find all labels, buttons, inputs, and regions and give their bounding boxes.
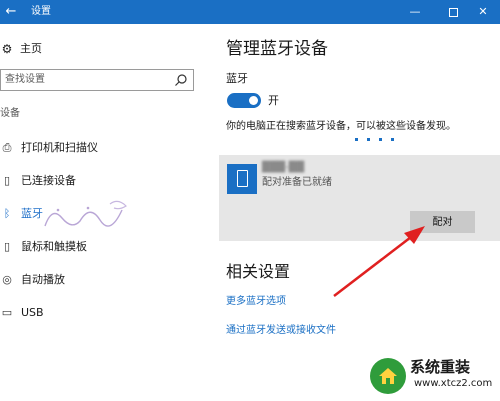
sidebar-item-usb[interactable]: ▭ USB xyxy=(0,300,200,326)
bluetooth-icon: ᛒ xyxy=(3,207,11,220)
sidebar-item-label: 蓝牙 xyxy=(21,207,43,220)
bluetooth-toggle[interactable] xyxy=(227,93,261,108)
sidebar-item-autoplay[interactable]: ◎ 自动播放 xyxy=(0,267,200,293)
gear-icon: ⚙ xyxy=(1,42,13,56)
site-logo: 系统重装 www.xtcz2.com xyxy=(370,352,500,401)
device-list-item[interactable]: ███-██ 配对准备已就绪 配对 xyxy=(219,155,500,241)
logo-badge xyxy=(370,358,406,394)
sidebar-item-label: USB xyxy=(21,306,44,319)
toggle-state-text: 开 xyxy=(268,94,279,107)
send-receive-files-link[interactable]: 通过蓝牙发送或接收文件 xyxy=(226,324,336,338)
mouse-icon: ▯ xyxy=(3,240,11,253)
search-icon[interactable] xyxy=(174,73,188,87)
back-button[interactable]: ← xyxy=(0,0,22,24)
discovery-status-text: 你的电脑正在搜索蓝牙设备，可以被这些设备发现。 xyxy=(226,121,456,132)
sidebar-item-connected-devices[interactable]: ▯ 已连接设备 xyxy=(0,168,200,194)
maximize-icon xyxy=(448,7,458,17)
title-bar: ← 设置 — ✕ xyxy=(0,0,500,24)
more-bluetooth-options-link[interactable]: 更多蓝牙选项 xyxy=(226,295,286,309)
search-input[interactable]: 查找设置 xyxy=(0,69,194,91)
window-title: 设置 xyxy=(31,6,51,17)
sidebar-item-label: 打印机和扫描仪 xyxy=(21,141,98,154)
usb-icon: ▭ xyxy=(1,306,13,319)
sidebar-item-label: 主页 xyxy=(20,42,42,55)
sidebar-item-label: 自动播放 xyxy=(21,273,65,286)
searching-progress-dots xyxy=(355,138,405,144)
sidebar: ⚙ 主页 查找设置 设备 ⎙ 打印机和扫描仪 ▯ 已连接设备 ᛒ 蓝牙 ▯ 鼠标… xyxy=(0,24,205,401)
sidebar-item-printers[interactable]: ⎙ 打印机和扫描仪 xyxy=(0,135,200,161)
page-title: 管理蓝牙设备 xyxy=(226,39,328,59)
phone-icon xyxy=(227,164,257,194)
printer-icon: ⎙ xyxy=(2,141,12,154)
house-icon xyxy=(379,368,397,384)
minimize-button[interactable]: — xyxy=(396,0,434,24)
bluetooth-toggle-label: 蓝牙 xyxy=(226,72,248,85)
sidebar-item-label: 已连接设备 xyxy=(21,174,76,187)
sidebar-item-bluetooth[interactable]: ᛒ 蓝牙 xyxy=(0,201,200,227)
sidebar-item-mouse[interactable]: ▯ 鼠标和触摸板 xyxy=(0,234,200,260)
pair-button[interactable]: 配对 xyxy=(410,211,475,233)
sidebar-item-label: 鼠标和触摸板 xyxy=(21,240,87,253)
autoplay-icon: ◎ xyxy=(2,273,12,286)
toggle-knob xyxy=(249,96,258,105)
logo-url: www.xtcz2.com xyxy=(414,378,493,389)
main-content: 管理蓝牙设备 蓝牙 开 你的电脑正在搜索蓝牙设备，可以被这些设备发现。 ███-… xyxy=(205,24,500,401)
sidebar-section-header: 设备 xyxy=(0,108,20,119)
related-settings-title: 相关设置 xyxy=(226,262,291,281)
connected-devices-icon: ▯ xyxy=(3,174,11,187)
device-status: 配对准备已就绪 xyxy=(262,177,332,188)
device-name: ███-██ xyxy=(262,162,305,173)
search-placeholder: 查找设置 xyxy=(5,74,45,85)
close-button[interactable]: ✕ xyxy=(464,0,500,24)
logo-title: 系统重装 xyxy=(410,358,471,376)
